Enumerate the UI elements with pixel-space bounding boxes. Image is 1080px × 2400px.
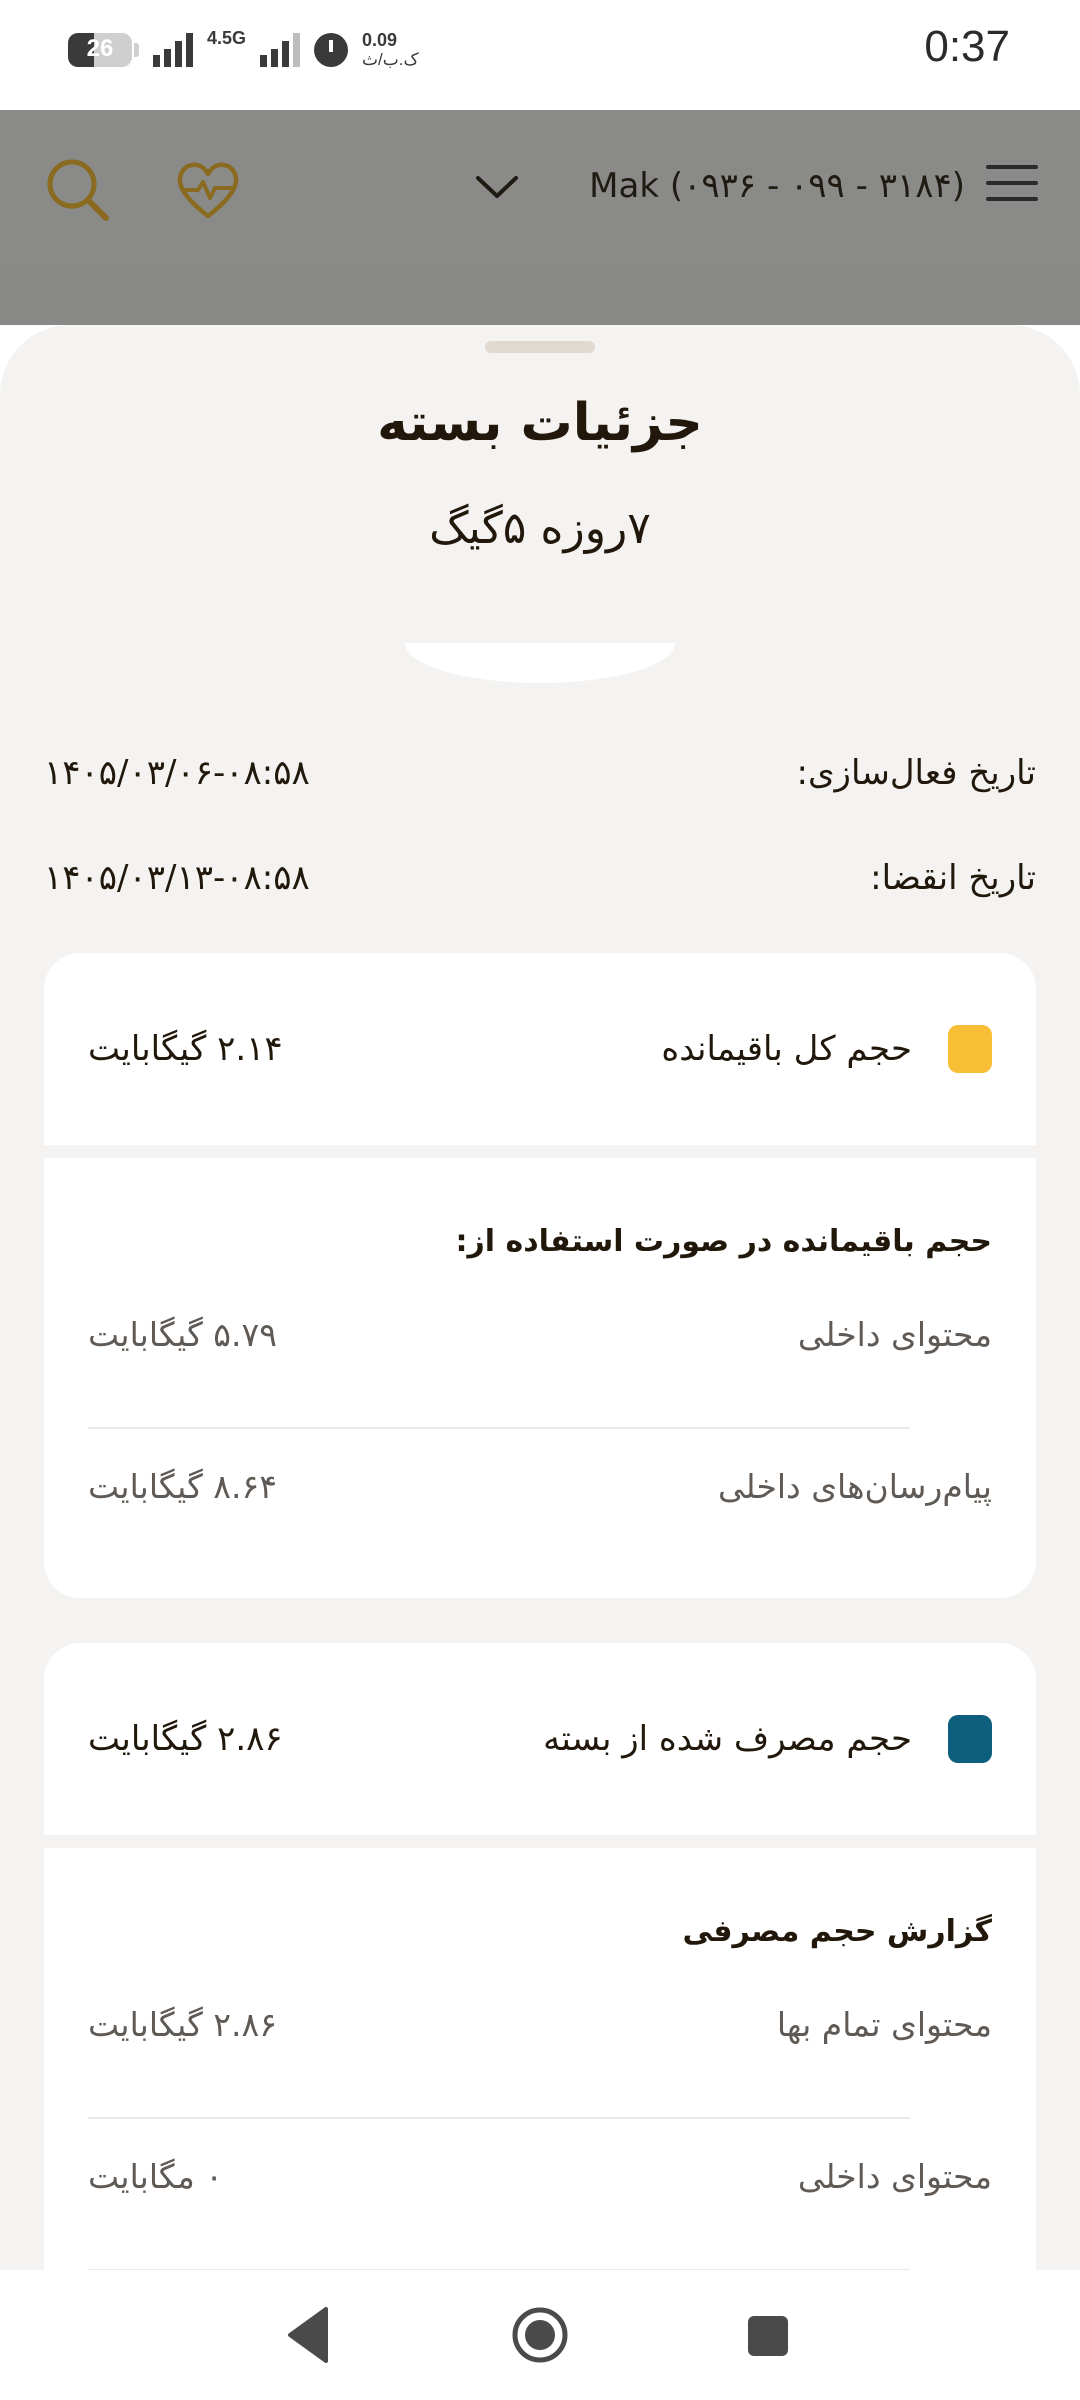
home-icon[interactable] — [510, 2305, 570, 2365]
speed-value: 0.09 — [362, 30, 398, 50]
used-full-price-label: محتوای تمام بها — [776, 2004, 992, 2044]
sheet-drag-handle[interactable] — [485, 341, 595, 353]
battery-level: 26 — [86, 35, 114, 62]
remaining-total-row: ۲.۱۴ گیگابایت حجم کل باقیمانده — [88, 1019, 992, 1079]
activation-date-value: ۱۴۰۵/۰۳/۰۶-۰۸:۵۸ — [44, 753, 310, 793]
usage-report-card: گزارش حجم مصرفی ۲.۸۶ گیگابایت محتوای تما… — [44, 1848, 1036, 2270]
used-color-swatch — [948, 1715, 992, 1763]
activation-date-row: ۱۴۰۵/۰۳/۰۶-۰۸:۵۸ تاریخ فعال‌سازی: — [44, 743, 1036, 803]
expiry-date-row: ۱۴۰۵/۰۳/۱۳-۰۸:۵۸ تاریخ انقضا: — [44, 848, 1036, 908]
app-header: Mak (۰۹۳۶ - ۰۹۹ - ۳۱۸۴) — [0, 110, 1080, 265]
scrim[interactable] — [0, 265, 1080, 325]
signal-icon — [153, 33, 193, 67]
usage-report-title: گزارش حجم مصرفی — [682, 1914, 992, 1949]
status-icons: 26 4.5G 0.09 ک.ب/ث — [68, 28, 419, 72]
signal-icon-2 — [260, 33, 301, 67]
list-item: ۲.۸۶ گیگابایت محتوای تمام بها — [88, 1994, 992, 2054]
list-item: ۵.۷۹ گیگابایت محتوای داخلی — [88, 1304, 992, 1364]
divider — [88, 2117, 910, 2119]
expiry-date-value: ۱۴۰۵/۰۳/۱۳-۰۸:۵۸ — [44, 858, 310, 898]
network-speed: 0.09 ک.ب/ث — [362, 30, 419, 70]
network-type: 4.5G — [207, 27, 247, 48]
back-icon[interactable] — [286, 2305, 330, 2365]
battery-icon: 26 — [68, 33, 132, 67]
expiry-date-label: تاریخ انقضا: — [870, 858, 1036, 898]
package-details-sheet: جزئیات بسته ۷روزه ۵گیگ ۱۴۰۵/۰۳/۰۶-۰۸:۵۸ … — [0, 325, 1080, 2270]
remaining-breakdown-card: حجم باقیمانده در صورت استفاده از: ۵.۷۹ گ… — [44, 1158, 1036, 1598]
sheet-title: جزئیات بسته — [377, 393, 703, 453]
divider — [88, 1427, 910, 1429]
remaining-internal-content-label: محتوای داخلی — [797, 1314, 992, 1354]
recent-apps-icon[interactable] — [748, 2316, 788, 2356]
status-bar: 26 4.5G 0.09 ک.ب/ث 0:37 — [0, 0, 1080, 110]
clock: 0:37 — [924, 22, 1010, 71]
remaining-total-value: ۲.۱۴ گیگابایت — [88, 1029, 283, 1069]
list-item: ۸.۶۴ گیگابایت پیام‌رسان‌های داخلی — [88, 1456, 992, 1516]
health-heart-icon[interactable] — [168, 150, 248, 230]
used-internal-content-value: ۰ مگابایت — [88, 2156, 224, 2196]
speed-unit: ک.ب/ث — [362, 50, 419, 69]
account-dropdown-chevron-icon[interactable] — [474, 172, 520, 202]
used-total-label: حجم مصرف شده از بسته — [543, 1719, 912, 1759]
used-full-price-value: ۲.۸۶ گیگابایت — [88, 2004, 277, 2044]
remaining-volume-card: ۲.۱۴ گیگابایت حجم کل باقیمانده — [44, 953, 1036, 1145]
system-nav-bar — [0, 2270, 1080, 2400]
menu-icon[interactable] — [986, 165, 1038, 205]
used-total-row: ۲.۸۶ گیگابایت حجم مصرف شده از بسته — [88, 1709, 992, 1769]
package-name: ۷روزه ۵گیگ — [429, 503, 651, 554]
remaining-breakdown-title: حجم باقیمانده در صورت استفاده از: — [455, 1224, 992, 1259]
remaining-messengers-value: ۸.۶۴ گیگابایت — [88, 1466, 277, 1506]
list-item: ۰ مگابایت محتوای داخلی — [88, 2146, 992, 2206]
remaining-color-swatch — [948, 1025, 992, 1073]
activation-date-label: تاریخ فعال‌سازی: — [796, 753, 1036, 793]
used-volume-card: ۲.۸۶ گیگابایت حجم مصرف شده از بسته — [44, 1643, 1036, 1835]
remaining-internal-content-value: ۵.۷۹ گیگابایت — [88, 1314, 277, 1354]
used-internal-content-label: محتوای داخلی — [797, 2156, 992, 2196]
usage-gauge-arc — [405, 643, 675, 683]
search-icon[interactable] — [38, 150, 118, 230]
remaining-total-label: حجم کل باقیمانده — [661, 1029, 912, 1069]
account-selector[interactable]: Mak (۰۹۳۶ - ۰۹۹ - ۳۱۸۴) — [589, 166, 965, 206]
used-total-value: ۲.۸۶ گیگابایت — [88, 1719, 283, 1759]
alarm-icon — [314, 33, 349, 67]
remaining-messengers-label: پیام‌رسان‌های داخلی — [718, 1466, 992, 1506]
